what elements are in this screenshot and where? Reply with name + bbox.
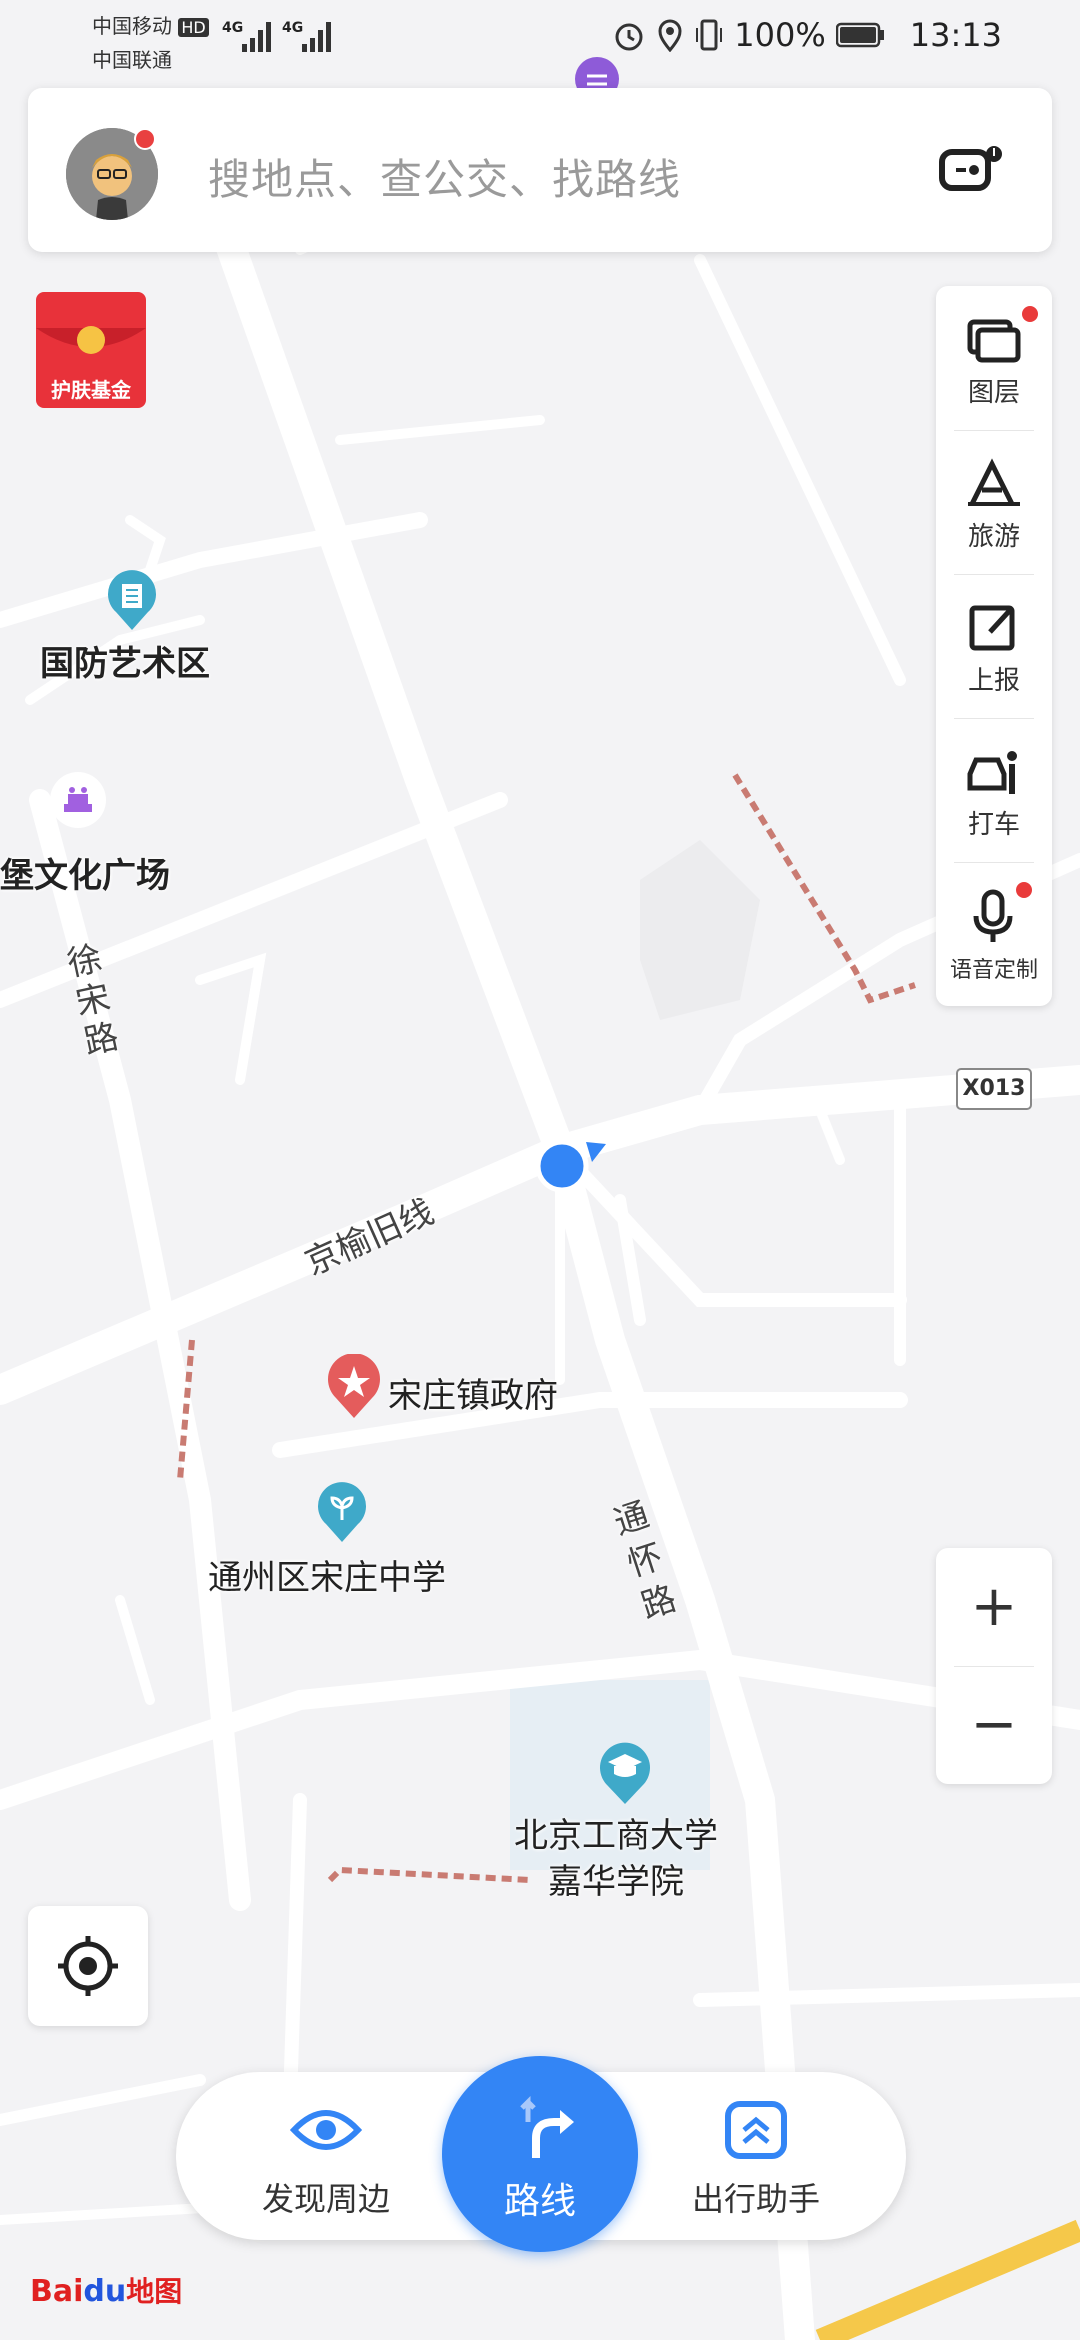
battery-icon [835, 22, 884, 48]
assistant-icon [725, 2101, 787, 2159]
zoom-in-button[interactable]: + [936, 1548, 1052, 1666]
report-button[interactable]: 上报 [936, 574, 1052, 718]
route-label: 路线 [503, 2181, 576, 2222]
taxi-button[interactable]: 打车 [936, 718, 1052, 862]
current-location-marker [536, 1139, 606, 1193]
report-label: 上报 [967, 666, 1020, 696]
layers-notification-dot [1022, 306, 1038, 322]
road-tag-x013: X013 [956, 1068, 1032, 1110]
voice-assistant-icon[interactable] [938, 144, 1002, 194]
voice-custom-button[interactable]: 语音定制 [936, 862, 1052, 1006]
university-cap-icon[interactable] [596, 1740, 654, 1806]
status-icons: 100% 13:13 [612, 16, 1002, 54]
logo-text-bai: Bai [30, 2274, 84, 2309]
carrier-primary: 中国移动 HD [92, 10, 209, 39]
locate-me-button[interactable] [28, 1906, 148, 2026]
poi-label-school[interactable]: 通州区宋庄中学 [208, 1550, 446, 1599]
clock: 13:13 [909, 16, 1002, 54]
microphone-icon [973, 889, 1013, 942]
poi-plaza-icon[interactable] [48, 770, 108, 830]
vibrate-icon [696, 19, 723, 51]
travel-assistant-button[interactable]: 出行助手 [656, 2072, 856, 2240]
signal-icon [242, 22, 271, 52]
poi-label-plaza[interactable]: 堡文化广场 [0, 848, 170, 897]
poi-label-government[interactable]: 宋庄镇政府 [388, 1368, 558, 1417]
discover-nearby-label: 发现周边 [261, 2180, 390, 2218]
poi-label-university-line2[interactable]: 嘉华学院 [548, 1854, 684, 1903]
hd-badge: HD [178, 18, 209, 37]
layers-button[interactable]: 图层 [936, 286, 1052, 430]
carrier-primary-name: 中国移动 [92, 14, 172, 38]
status-bar: 中国移动 HD 中国联通 4G 4G 100% 13:13 [0, 0, 1080, 80]
layers-label: 图层 [967, 378, 1020, 408]
red-packet-label[interactable]: 护肤基金 [32, 374, 150, 403]
layers-icon [967, 319, 1021, 363]
battery-percent: 100% [734, 16, 826, 54]
voice-notification-dot [1016, 882, 1032, 898]
location-icon [658, 19, 682, 52]
report-icon [969, 605, 1015, 651]
signal-icon-2 [302, 22, 331, 52]
route-button[interactable]: 路线 [442, 2056, 638, 2252]
route-arrow-icon [520, 2095, 574, 2158]
poi-building-icon[interactable] [104, 568, 160, 632]
taxi-label: 打车 [967, 810, 1020, 840]
crosshair-icon [58, 1936, 118, 1996]
eye-icon [290, 2110, 362, 2150]
search-bar[interactable]: 搜地点、查公交、找路线 [28, 88, 1052, 252]
carrier-secondary: 中国联通 [92, 48, 172, 72]
discover-nearby-button[interactable]: 发现周边 [226, 2072, 426, 2240]
school-sprout-icon[interactable] [314, 1480, 370, 1544]
poi-label-university[interactable]: 北京工商大学 [514, 1808, 718, 1857]
travel-button[interactable]: 旅游 [936, 430, 1052, 574]
zoom-out-button[interactable]: − [936, 1666, 1052, 1784]
logo-text-du: du [83, 2274, 127, 2309]
travel-assistant-label: 出行助手 [691, 2180, 820, 2218]
baidu-map-logo: Baidu地图 [30, 2270, 182, 2310]
taxi-icon [967, 751, 1017, 794]
poi-label-guofang[interactable]: 国防艺术区 [40, 636, 210, 685]
avatar-notification-dot [134, 128, 156, 150]
travel-label: 旅游 [967, 522, 1020, 552]
alarm-icon [615, 23, 643, 51]
map-tools-panel: 图层 旅游 上报 打车 语音定制 [936, 286, 1052, 1006]
zoom-controls: + − [936, 1548, 1052, 1784]
search-input[interactable]: 搜地点、查公交、找路线 [208, 146, 681, 207]
travel-icon [968, 458, 1020, 506]
government-star-icon[interactable] [326, 1354, 382, 1420]
logo-text-map: 地图 [126, 2275, 183, 2308]
voice-custom-label: 语音定制 [949, 958, 1038, 983]
